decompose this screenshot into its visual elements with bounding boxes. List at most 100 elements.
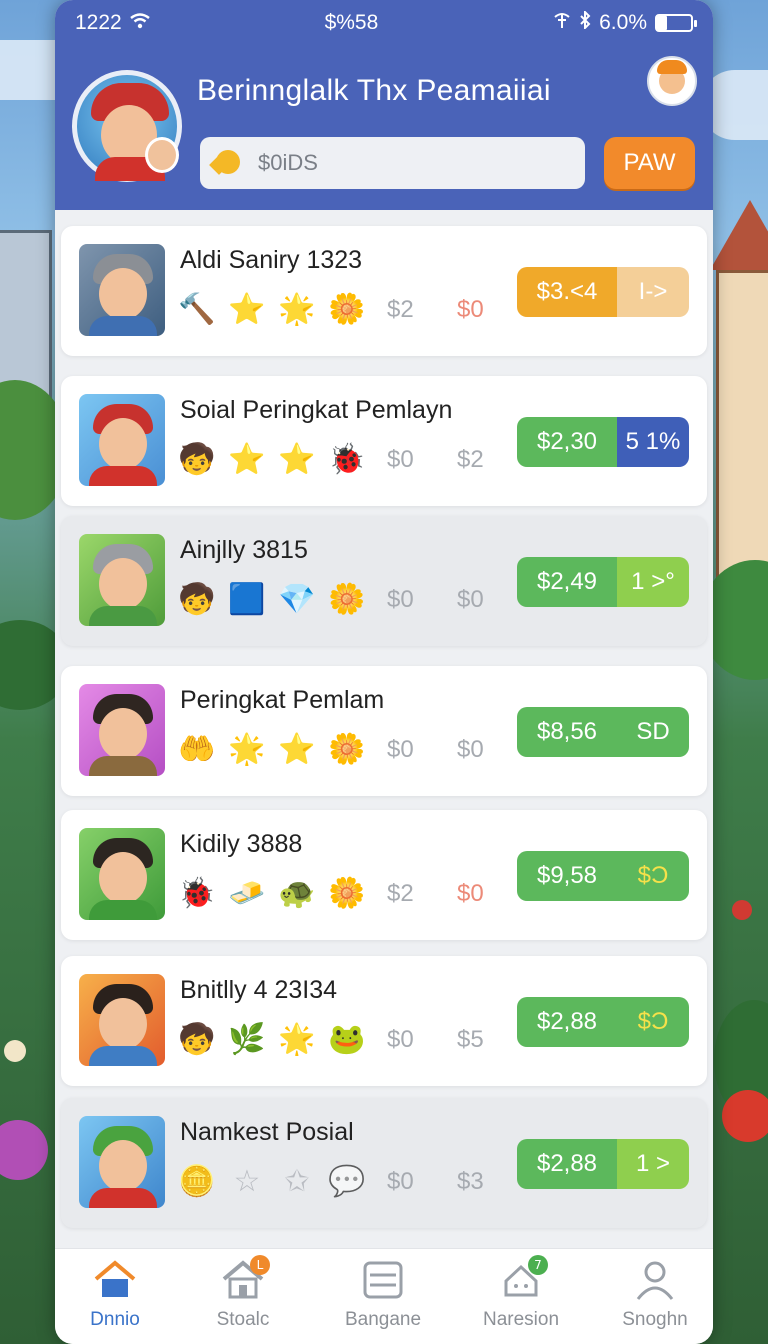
player-name: Namkest Posial	[180, 1118, 354, 1146]
home-icon	[92, 1259, 138, 1301]
player-name: Aldi Saniry 1323	[180, 246, 363, 274]
badge-icon: 🤲	[178, 732, 216, 767]
app-title: Berinnglalk Thx Peamaiiai	[197, 74, 551, 107]
battery-percent: 6.0%	[599, 11, 647, 34]
badge-icon: ⭐	[228, 442, 266, 477]
list-icon	[360, 1259, 406, 1301]
notification-badge: L	[250, 1255, 270, 1275]
price-action-button[interactable]: $2,30 5 1%	[517, 417, 689, 467]
badge-icon: 🟦	[228, 582, 266, 617]
corner-avatar[interactable]	[647, 56, 697, 106]
badge-icon: ☆	[233, 1164, 261, 1199]
player-avatar	[79, 684, 165, 776]
player-row[interactable]: Peringkat Pemlam 🤲 🌟 ⭐ 🌼 $0 $0 $8,56 SD	[61, 666, 707, 796]
badge-icon: 🐸	[328, 1022, 366, 1057]
badge-icon: 🌼	[328, 876, 366, 911]
badge-icon: 🌼	[328, 582, 366, 617]
battery-level	[657, 16, 668, 30]
price-action-button[interactable]: $9,58 $Ͻ	[517, 851, 689, 901]
badge-group: 🧒 🟦 💎 🌼	[178, 582, 366, 618]
stat-value-1: $0	[387, 736, 414, 763]
notification-badge: 7	[528, 1255, 548, 1275]
player-row[interactable]: Aldi Saniry 1323 🔨 ⭐ 🌟 🌼 $2 $0 $3.<4 I->	[61, 226, 707, 356]
badge-icon: 🪙	[178, 1164, 216, 1199]
price-action-button[interactable]: $8,56 SD	[517, 707, 689, 757]
badge-icon: 🌼	[328, 292, 366, 327]
badge-group: 🔨 ⭐ 🌟 🌼	[178, 292, 366, 328]
player-row[interactable]: Namkest Posial 🪙 ☆ ✩ 💬 $0 $3 $2,88 1 >	[61, 1098, 707, 1228]
player-row[interactable]: Ainjlly 3815 🧒 🟦 💎 🌼 $0 $0 $2,49 1 >°	[61, 516, 707, 646]
header: 1222 $%58 6.0% Berinnglalk Thx Peamaiiai…	[55, 0, 713, 210]
badge-icon: ⭐	[278, 442, 316, 477]
tag-label: 1 >°	[617, 557, 689, 607]
badge-icon: 🧒	[178, 582, 216, 617]
tab-cloud[interactable]: 7 Naresion	[461, 1255, 581, 1331]
stat-value-2: $0	[457, 296, 484, 323]
profile-avatar[interactable]	[72, 70, 182, 182]
badge-icon: 🌟	[278, 1022, 316, 1057]
tab-home[interactable]: Dnnio	[55, 1259, 175, 1331]
price-action-button[interactable]: $2,88 $Ͻ	[517, 997, 689, 1047]
player-name: Soial Peringkat Pemlayn	[180, 396, 453, 424]
tab-label: Dnnio	[90, 1309, 140, 1330]
tab-list[interactable]: Bangane	[323, 1259, 443, 1331]
battery-icon	[655, 14, 697, 32]
signal-icon	[553, 11, 571, 35]
player-avatar	[79, 828, 165, 920]
player-row[interactable]: Bnitlly 4 23I34 🧒 🌿 🌟 🐸 $0 $5 $2,88 $Ͻ	[61, 956, 707, 1086]
badge-group: 🤲 🌟 ⭐ 🌼	[178, 732, 366, 768]
badge-icon: 🧈	[228, 876, 266, 911]
stat-value-1: $0	[387, 1168, 414, 1195]
bottom-tab-bar: Dnnio L Stoalc Bangane 7 Naresion Snoghn	[55, 1248, 713, 1344]
price-action-button[interactable]: $2,88 1 >	[517, 1139, 689, 1189]
stat-value-1: $0	[387, 586, 414, 613]
price-label: $3.<4	[517, 267, 617, 317]
badge-icon: 💎	[278, 582, 316, 617]
badge-icon: 🔨	[178, 292, 216, 327]
player-name: Bnitlly 4 23I34	[180, 976, 338, 1004]
badge-group: 🧒 ⭐ ⭐ 🐞	[178, 442, 366, 478]
tab-profile[interactable]: Snoghn	[595, 1259, 713, 1331]
price-label: $2,30	[517, 417, 617, 467]
bluetooth-icon	[579, 9, 591, 35]
tab-store[interactable]: L Stoalc	[183, 1255, 303, 1331]
tab-label: Naresion	[482, 1309, 560, 1330]
badge-icon: 🧒	[178, 442, 216, 477]
badge-icon: 🌿	[228, 1022, 266, 1057]
player-row[interactable]: Kidily 3888 🐞 🧈 🐢 🌼 $2 $0 $9,58 $Ͻ	[61, 810, 707, 940]
badge-icon: 🌼	[328, 732, 366, 767]
stat-value-2: $2	[457, 446, 484, 473]
price-label: $9,58	[517, 851, 617, 901]
tag-label: I->	[617, 267, 689, 317]
wifi-icon	[129, 11, 150, 35]
player-avatar	[79, 534, 165, 626]
badge-icon: 🌟	[228, 732, 266, 767]
tab-label: Stoalc	[216, 1309, 270, 1330]
app-window: 1222 $%58 6.0% Berinnglalk Thx Peamaiiai…	[55, 0, 713, 1344]
store-icon: L	[220, 1255, 270, 1301]
cloud-icon: 7	[498, 1255, 548, 1301]
search-placeholder: $0iDS	[258, 150, 318, 175]
price-action-button[interactable]: $3.<4 I->	[517, 267, 689, 317]
badge-icon: 🐞	[178, 876, 216, 911]
stat-value-2: $0	[457, 736, 484, 763]
tab-label: Snoghn	[622, 1309, 688, 1330]
badge-icon: 🌟	[278, 292, 316, 327]
coin-icon	[212, 148, 246, 178]
paw-button[interactable]: PAW	[604, 137, 695, 189]
tab-label: Bangane	[344, 1309, 422, 1330]
player-avatar	[79, 394, 165, 486]
price-label: $2,88	[517, 1139, 617, 1189]
badge-group: 🪙 ☆ ✩ 💬	[178, 1164, 365, 1200]
status-bar: 1222 $%58 6.0%	[55, 0, 713, 46]
price-label: $8,56	[517, 707, 617, 757]
badge-icon: ⭐	[228, 292, 266, 327]
player-name: Ainjlly 3815	[180, 536, 308, 564]
tag-label: SD	[617, 707, 689, 757]
player-row[interactable]: Soial Peringkat Pemlayn 🧒 ⭐ ⭐ 🐞 $0 $2 $2,30 5 1%	[61, 376, 707, 506]
player-avatar	[79, 1116, 165, 1208]
badge-icon: 🐞	[328, 442, 366, 477]
price-label: $2,49	[517, 557, 617, 607]
price-action-button[interactable]: $2,49 1 >°	[517, 557, 689, 607]
search-input[interactable]: $0iDS	[200, 137, 585, 189]
